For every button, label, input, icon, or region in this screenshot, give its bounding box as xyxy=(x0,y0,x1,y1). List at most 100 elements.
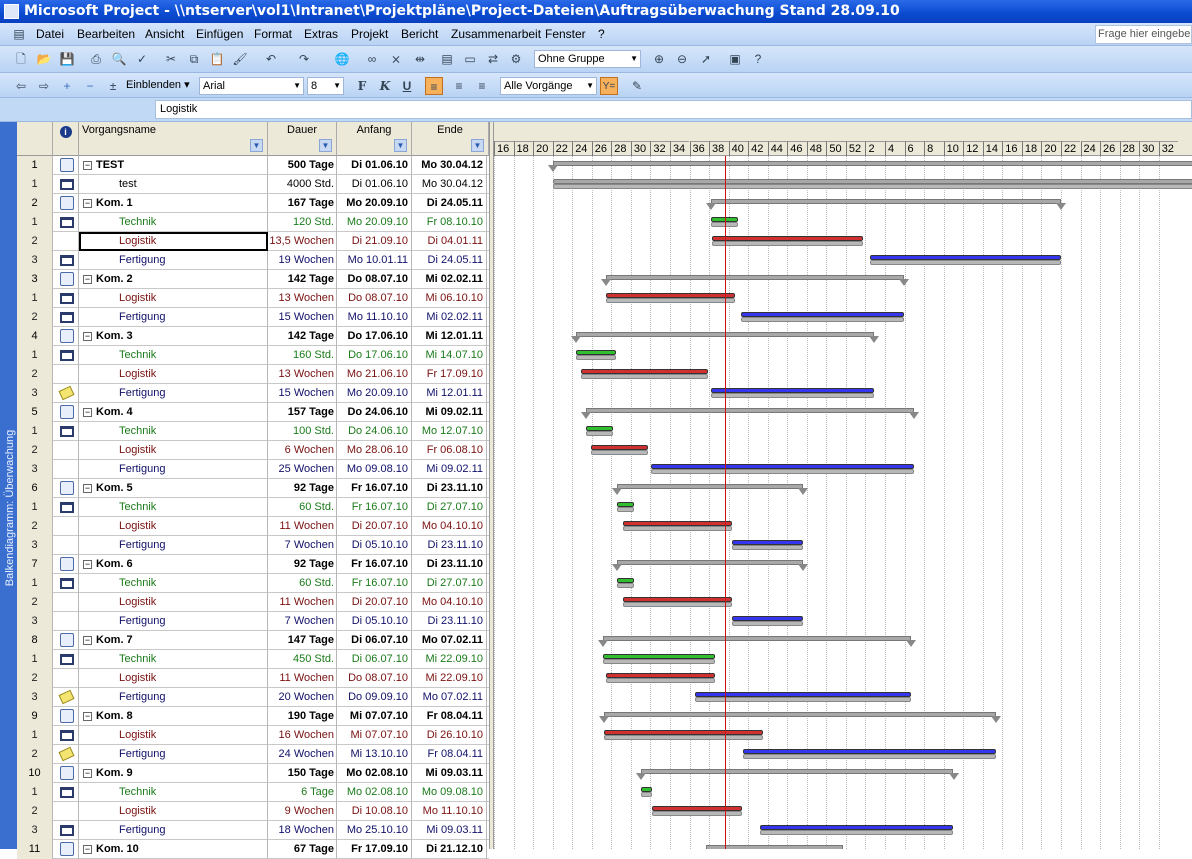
duration-cell[interactable]: 6 Tage xyxy=(268,783,337,802)
row-id[interactable]: 3 xyxy=(17,384,53,403)
task-row[interactable]: 2 Logistik 13,5 Wochen Di 21.09.10 Di 04.01.… xyxy=(17,232,489,251)
duration-cell[interactable]: 142 Tage xyxy=(268,327,337,346)
task-row[interactable]: 3 Fertigung 7 Wochen Di 05.10.10 Di 23.11.10 xyxy=(17,612,489,631)
start-cell[interactable]: Fr 17.09.10 xyxy=(337,840,412,859)
start-cell[interactable]: Mi 07.07.10 xyxy=(337,726,412,745)
summary-bar[interactable] xyxy=(602,636,911,641)
row-id[interactable]: 9 xyxy=(17,707,53,726)
task-row[interactable]: 3 Fertigung 19 Wochen Mo 10.01.11 Di 24.05.1… xyxy=(17,251,489,270)
task-name-cell[interactable]: Technik xyxy=(79,213,268,232)
logistik-task-bar[interactable] xyxy=(712,236,863,241)
logistik-task-bar[interactable] xyxy=(622,521,732,526)
start-cell[interactable]: Do 24.06.10 xyxy=(337,403,412,422)
task-name-cell[interactable]: Technik xyxy=(79,650,268,669)
finish-cell[interactable]: Mi 06.10.10 xyxy=(412,289,487,308)
duration-cell[interactable]: 150 Tage xyxy=(268,764,337,783)
new-icon[interactable]: 🗋 xyxy=(12,50,30,68)
task-row[interactable]: 1 Technik 60 Std. Fr 16.07.10 Di 27.07.10 xyxy=(17,498,489,517)
start-cell[interactable]: Fr 16.07.10 xyxy=(337,555,412,574)
row-id[interactable]: 3 xyxy=(17,270,53,289)
summary-bar[interactable] xyxy=(710,199,1062,204)
finish-cell[interactable]: Mo 04.10.10 xyxy=(412,593,487,612)
row-id[interactable]: 3 xyxy=(17,612,53,631)
finish-cell[interactable]: Mi 09.03.11 xyxy=(412,821,487,840)
summary-task-row[interactable]: 9− Kom. 8 190 Tage Mi 07.07.10 Fr 08.04.11 xyxy=(17,707,489,726)
task-name-cell[interactable]: Fertigung xyxy=(79,612,268,631)
row-id[interactable]: 1 xyxy=(17,498,53,517)
undo-icon[interactable]: ↶ xyxy=(262,50,280,68)
duration-cell[interactable]: 16 Wochen xyxy=(268,726,337,745)
finish-cell[interactable]: Mo 07.02.11 xyxy=(412,631,487,650)
fertigung-task-bar[interactable] xyxy=(695,692,911,697)
finish-cell[interactable]: Mo 30.04.12 xyxy=(412,156,487,175)
task-row[interactable]: 1 Logistik 13 Wochen Do 08.07.10 Mi 06.10.10 xyxy=(17,289,489,308)
underline-button[interactable]: U xyxy=(398,77,416,95)
duration-cell[interactable]: 92 Tage xyxy=(268,479,337,498)
task-name-cell[interactable]: − Kom. 5 xyxy=(79,479,268,498)
row-id[interactable]: 2 xyxy=(17,232,53,251)
task-name-cell[interactable]: Fertigung xyxy=(79,384,268,403)
start-cell[interactable]: Do 09.09.10 xyxy=(337,688,412,707)
task-name-cell[interactable]: Logistik xyxy=(79,289,268,308)
start-cell[interactable]: Do 08.07.10 xyxy=(337,669,412,688)
fertigung-task-bar[interactable] xyxy=(740,312,904,317)
menu-bearbeiten[interactable]: Bearbeiten xyxy=(77,27,135,41)
fertigung-task-bar[interactable] xyxy=(869,255,1062,260)
task-name-cell[interactable]: Fertigung xyxy=(79,251,268,270)
task-name-cell[interactable]: Logistik xyxy=(79,669,268,688)
collapse-toggle-icon[interactable]: − xyxy=(83,332,92,341)
finish-cell[interactable]: Mi 09.02.11 xyxy=(412,460,487,479)
summary-task-row[interactable]: 6− Kom. 5 92 Tage Fr 16.07.10 Di 23.11.10 xyxy=(17,479,489,498)
goto-task-icon[interactable]: ➚ xyxy=(697,50,715,68)
task-name-cell[interactable]: Fertigung xyxy=(79,688,268,707)
show-subtasks-icon[interactable]: + xyxy=(58,77,76,95)
technik-task-bar[interactable] xyxy=(616,578,634,583)
start-cell[interactable]: Mo 20.09.10 xyxy=(337,213,412,232)
summary-task-row[interactable]: 3− Kom. 2 142 Tage Do 08.07.10 Mi 02.02.11 xyxy=(17,270,489,289)
finish-cell[interactable]: Di 27.07.10 xyxy=(412,498,487,517)
font-select[interactable]: Arial ▼ xyxy=(199,77,304,95)
logistik-task-bar[interactable] xyxy=(591,445,649,450)
task-row[interactable]: 3 Fertigung 25 Wochen Mo 09.08.10 Mi 09.02.1… xyxy=(17,460,489,479)
duration-cell[interactable]: 60 Std. xyxy=(268,498,337,517)
task-name-cell[interactable]: Technik xyxy=(79,574,268,593)
format-painter-icon[interactable]: 🖌 xyxy=(231,50,249,68)
technik-task-bar[interactable] xyxy=(585,426,613,431)
task-row[interactable]: 1 Technik 100 Std. Do 24.06.10 Mo 12.07.10 xyxy=(17,422,489,441)
summary-task-row[interactable]: 2− Kom. 1 167 Tage Mo 20.09.10 Di 24.05.11 xyxy=(17,194,489,213)
task-row[interactable]: 2 Logistik 9 Wochen Di 10.08.10 Mo 11.10.10 xyxy=(17,802,489,821)
collapse-toggle-icon[interactable]: − xyxy=(83,845,92,854)
logistik-task-bar[interactable] xyxy=(622,597,732,602)
task-name-cell[interactable]: Technik xyxy=(79,346,268,365)
autofilter-dropdown-icon[interactable]: ▼ xyxy=(319,139,332,152)
finish-cell[interactable]: Di 04.01.11 xyxy=(412,232,487,251)
row-id[interactable]: 8 xyxy=(17,631,53,650)
technik-task-bar[interactable] xyxy=(602,654,715,659)
duration-cell[interactable]: 160 Std. xyxy=(268,346,337,365)
spellcheck-icon[interactable]: ✓ xyxy=(133,50,151,68)
duration-cell[interactable]: 167 Tage xyxy=(268,194,337,213)
redo-icon[interactable]: ↷ xyxy=(295,50,313,68)
group-select[interactable]: Ohne Gruppe ▼ xyxy=(534,50,641,68)
finish-cell[interactable]: Fr 08.04.11 xyxy=(412,707,487,726)
menu-format[interactable]: Format xyxy=(254,27,292,41)
task-name-cell[interactable]: − Kom. 9 xyxy=(79,764,268,783)
summary-bar[interactable] xyxy=(641,769,954,774)
task-row[interactable]: 2 Fertigung 15 Wochen Mo 11.10.10 Mi 02.02.1… xyxy=(17,308,489,327)
document-icon[interactable]: ▤ xyxy=(10,25,28,43)
row-id[interactable]: 2 xyxy=(17,593,53,612)
start-cell[interactable]: Fr 16.07.10 xyxy=(337,574,412,593)
task-row[interactable]: 3 Fertigung 20 Wochen Do 09.09.10 Mo 07.02.1… xyxy=(17,688,489,707)
start-cell[interactable]: Do 24.06.10 xyxy=(337,422,412,441)
duration-cell[interactable]: 18 Wochen xyxy=(268,821,337,840)
start-cell[interactable]: Di 10.08.10 xyxy=(337,802,412,821)
menu-projekt[interactable]: Projekt xyxy=(351,27,388,41)
duration-cell[interactable]: 7 Wochen xyxy=(268,536,337,555)
task-row[interactable]: 1 Technik 450 Std. Di 06.07.10 Mi 22.09.10 xyxy=(17,650,489,669)
italic-button[interactable]: K xyxy=(376,77,394,95)
duration-cell[interactable]: 11 Wochen xyxy=(268,593,337,612)
finish-cell[interactable]: Di 24.05.11 xyxy=(412,251,487,270)
start-cell[interactable]: Mo 02.08.10 xyxy=(337,764,412,783)
start-cell[interactable]: Mo 25.10.10 xyxy=(337,821,412,840)
task-name-cell[interactable]: Technik xyxy=(79,783,268,802)
